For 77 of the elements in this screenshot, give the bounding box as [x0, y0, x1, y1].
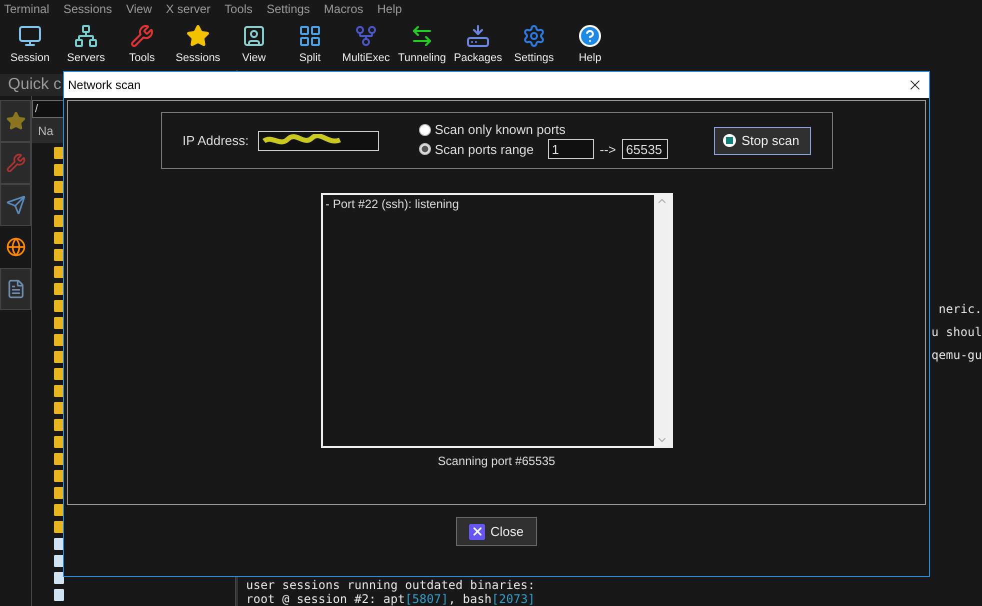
star-icon: [186, 24, 210, 48]
toolbar-button[interactable]: Settings: [506, 18, 562, 70]
drive-icon: [466, 24, 490, 48]
stop-scan-button[interactable]: Stop scan: [714, 126, 810, 154]
close-button[interactable]: Close: [456, 517, 537, 546]
folder-icon: [54, 521, 64, 533]
toolbar-button[interactable]: Help: [562, 18, 618, 70]
range-from-field[interactable]: 1: [548, 139, 594, 159]
terminal-text: neric.: [938, 302, 982, 316]
folder-icon: [54, 368, 64, 380]
ip-field[interactable]: [258, 130, 379, 150]
folder-icon: [54, 402, 64, 414]
range-to-field[interactable]: 65535: [622, 139, 668, 159]
arrows-icon: [410, 24, 434, 48]
close-icon: [469, 524, 486, 540]
terminal-line: root @ session #2: apt[5807], bash[2073]: [245, 592, 536, 606]
menu-item[interactable]: Sessions: [63, 2, 112, 16]
folder-icon: [54, 385, 64, 397]
folder-icon: [54, 164, 64, 176]
folder-icon: [54, 419, 64, 431]
ip-label: IP Address:: [182, 133, 249, 148]
menu-item[interactable]: X server: [166, 2, 211, 16]
paper-plane-icon: [6, 195, 26, 215]
folder-icon: [54, 266, 64, 278]
sidebar-tab[interactable]: [0, 100, 31, 142]
folder-icon: [54, 181, 64, 193]
terminal-text: u shoul: [931, 325, 982, 339]
globe-icon: [6, 237, 26, 257]
toolbar-button[interactable]: Split: [282, 18, 338, 70]
toolbar-button[interactable]: Tools: [114, 18, 170, 70]
result-item: - Port #22 (ssh): listening: [326, 197, 460, 211]
folder-icon: [54, 504, 64, 516]
folder-icon: [54, 317, 64, 329]
menu-item[interactable]: Settings: [266, 2, 310, 16]
menu-item[interactable]: Tools: [224, 2, 253, 16]
sidebar-tab[interactable]: [0, 268, 31, 310]
menu-item[interactable]: View: [126, 2, 152, 16]
dialog-title: Network scan: [68, 78, 141, 92]
settings-icon: [522, 24, 546, 48]
folder-icon: [54, 232, 64, 244]
toolbar-button[interactable]: Servers: [58, 18, 114, 70]
folder-icon: [54, 487, 64, 499]
folder-icon: [54, 215, 64, 227]
folder-icon: [54, 436, 64, 448]
toolbar-button[interactable]: Session: [2, 18, 58, 70]
toolbar-button[interactable]: Tunneling: [394, 18, 450, 70]
terminal-line: user sessions running outdated binaries:: [245, 578, 536, 592]
menu-item[interactable]: Terminal: [4, 2, 50, 16]
menu-item[interactable]: Macros: [324, 2, 364, 16]
sidebar-tab[interactable]: [0, 184, 31, 226]
grid-icon: [298, 24, 322, 48]
network-icon: [74, 24, 98, 48]
folder-icon: [54, 334, 64, 346]
folder-icon: [54, 351, 64, 363]
toolbar-button[interactable]: MultiExec: [338, 18, 394, 70]
range-arrow: -->: [600, 142, 616, 156]
star-icon: [6, 111, 26, 131]
help-icon: [578, 24, 602, 48]
folder-icon: [54, 470, 64, 482]
scan-status: Scanning port #65535: [438, 454, 556, 468]
menu-item[interactable]: Help: [377, 2, 402, 16]
folder-icon: [54, 198, 64, 210]
fork-icon: [354, 24, 378, 48]
folder-icon: [54, 283, 64, 295]
folder-icon: [54, 300, 64, 312]
user-icon: [242, 24, 266, 48]
radio-option[interactable]: Scan only known ports: [418, 122, 566, 137]
folder-icon: [54, 249, 64, 261]
folder-icon: [54, 147, 64, 159]
toolbar-button[interactable]: Sessions: [170, 18, 226, 70]
toolbar-button[interactable]: Packages: [450, 18, 506, 70]
monitor-icon: [18, 24, 42, 48]
radio-option[interactable]: Scan ports range: [418, 142, 534, 156]
toolbar-button[interactable]: View: [226, 18, 282, 70]
document-icon: [6, 279, 26, 299]
folder-icon: [54, 453, 64, 465]
terminal-text: qemu-gu: [931, 348, 982, 362]
